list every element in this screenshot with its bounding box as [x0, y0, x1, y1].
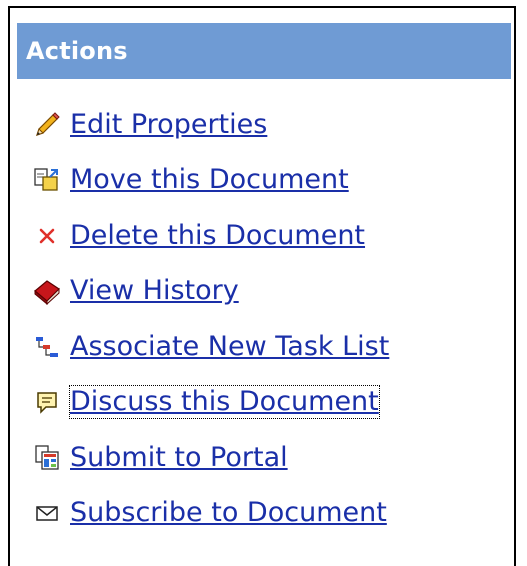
actions-title: Actions [26, 37, 128, 65]
action-associate-task-list[interactable]: Associate New Task List [33, 319, 503, 375]
envelope-icon [33, 499, 61, 527]
action-discuss-document[interactable]: Discuss this Document [33, 375, 503, 431]
view-history-link[interactable]: View History [70, 275, 239, 307]
delete-x-icon [33, 222, 61, 250]
edit-properties-link[interactable]: Edit Properties [70, 109, 267, 141]
delete-document-link[interactable]: Delete this Document [70, 220, 365, 252]
submit-portal-icon [33, 444, 61, 472]
submit-portal-link[interactable]: Submit to Portal [70, 442, 288, 474]
action-subscribe-document[interactable]: Subscribe to Document [33, 486, 503, 542]
action-move-document[interactable]: Move this Document [33, 153, 503, 209]
action-submit-portal[interactable]: Submit to Portal [33, 430, 503, 486]
discussion-icon [33, 388, 61, 416]
associate-task-list-link[interactable]: Associate New Task List [70, 331, 389, 363]
subscribe-document-link[interactable]: Subscribe to Document [70, 497, 387, 529]
move-document-link[interactable]: Move this Document [70, 164, 349, 196]
discuss-document-link[interactable]: Discuss this Document [69, 385, 380, 420]
action-edit-properties[interactable]: Edit Properties [33, 97, 503, 153]
book-icon [33, 277, 61, 306]
actions-list: Edit Properties Move this Document Delet… [33, 97, 503, 541]
action-view-history[interactable]: View History [33, 264, 503, 320]
actions-header: Actions [17, 23, 511, 79]
task-list-icon [33, 333, 61, 361]
move-document-icon [33, 166, 61, 194]
pencil-icon [33, 111, 61, 139]
action-delete-document[interactable]: Delete this Document [33, 208, 503, 264]
